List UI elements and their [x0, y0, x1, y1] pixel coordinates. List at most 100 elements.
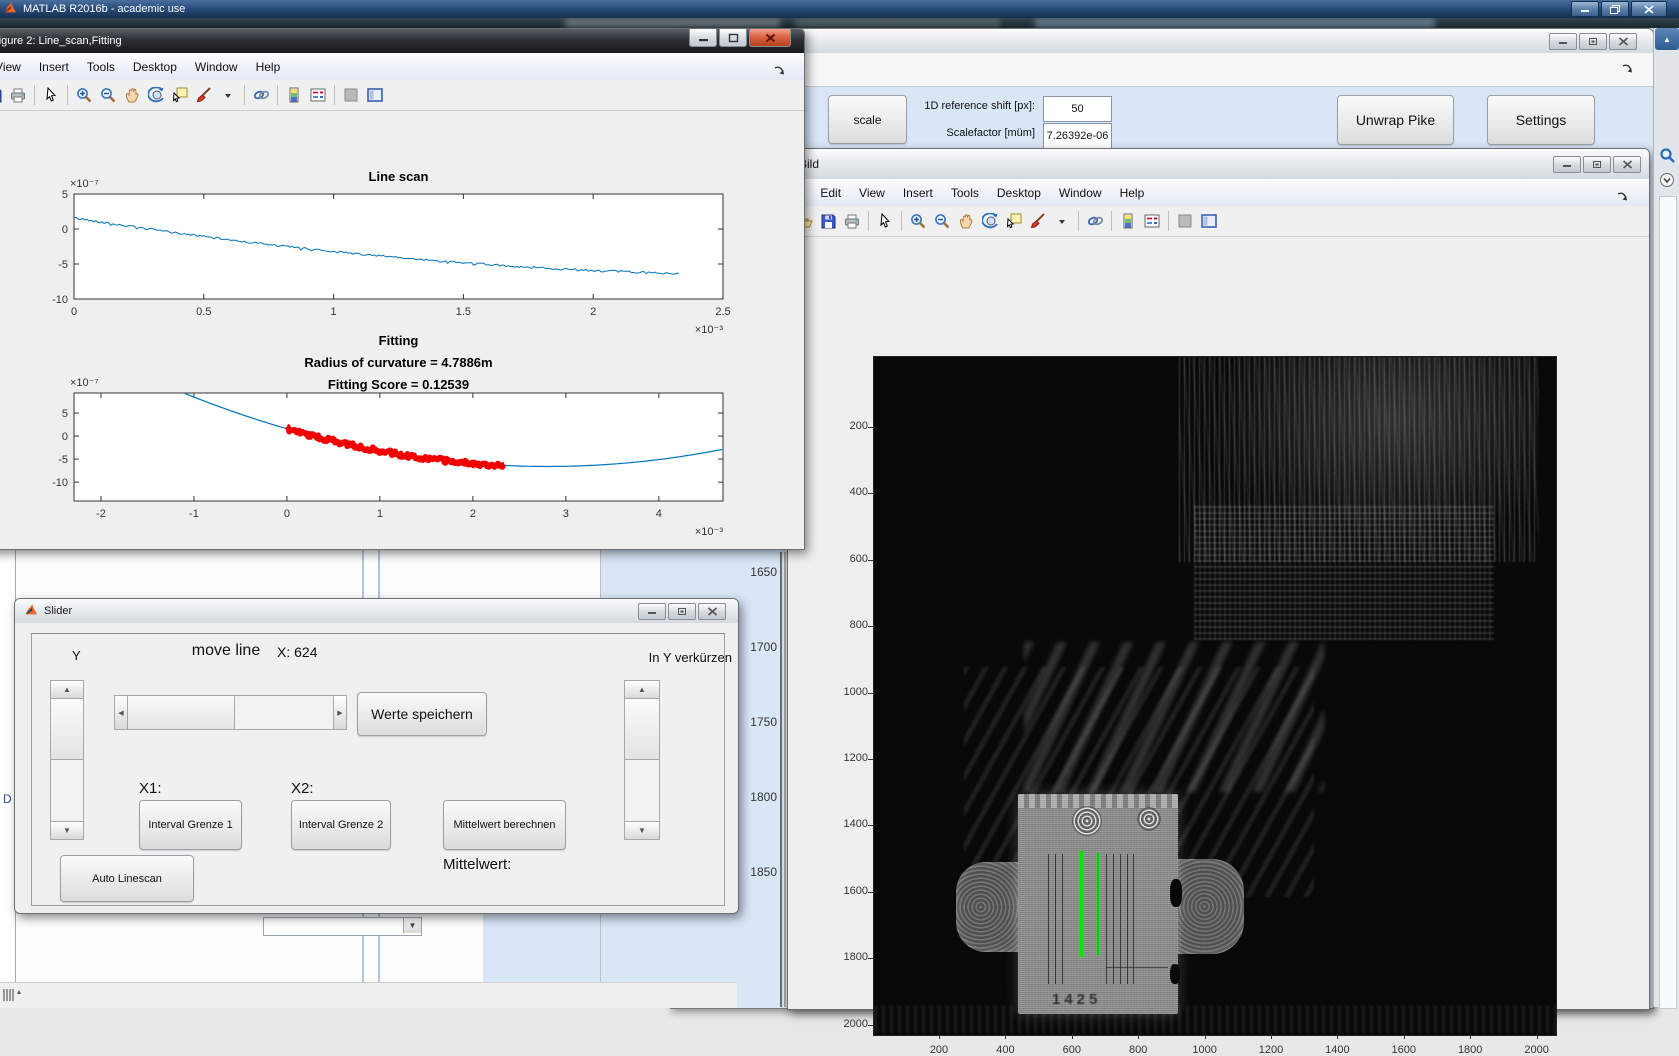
bild-toolbar: [788, 206, 1649, 237]
svg-text:3: 3: [563, 508, 569, 520]
minimize-icon[interactable]: [1549, 33, 1577, 50]
werte-speichern-button[interactable]: Werte speichern: [357, 692, 487, 736]
menu-item-view[interactable]: View: [850, 182, 894, 204]
grip-expand-icon[interactable]: ▴: [17, 987, 21, 996]
dock-figure-icon[interactable]: [1607, 186, 1639, 207]
dropdown-arrow-icon[interactable]: ▼: [403, 918, 421, 933]
maximize-icon[interactable]: [1601, 1, 1629, 17]
bild-image[interactable]: 1425: [873, 356, 1557, 1036]
right-dock-column: [1659, 196, 1677, 1009]
close-icon[interactable]: [698, 603, 726, 620]
y-slider-right[interactable]: ▲ ▼: [624, 680, 660, 840]
figure2-plots: 00.511.522.550-5-10Line scan×10⁻⁷×10⁻³-2…: [0, 29, 804, 549]
bild-titlebar[interactable]: Bild: [788, 149, 1649, 179]
scroll-right-icon[interactable]: ▶: [333, 696, 346, 729]
menu-item-window[interactable]: Window: [1050, 182, 1111, 204]
mittelwert-berechnen-button[interactable]: Mittelwert berechnen: [443, 800, 566, 850]
insert-legend-icon[interactable]: [1142, 211, 1162, 231]
y-tick-label: 200: [828, 420, 868, 432]
x-readout: X: 624: [277, 644, 317, 660]
expand-panel-icon[interactable]: [1657, 170, 1677, 190]
auto-linescan-button[interactable]: Auto Linescan: [60, 855, 194, 902]
linescan-marker-2[interactable]: [1097, 853, 1099, 955]
scroll-down-icon[interactable]: ▼: [625, 821, 659, 839]
menu-item-help[interactable]: Help: [1111, 182, 1154, 204]
data-cursor-icon[interactable]: [1004, 211, 1024, 231]
show-plot-tools-icon[interactable]: [1199, 211, 1219, 231]
scroll-up-icon[interactable]: ▲: [51, 681, 83, 699]
zoom-in-icon[interactable]: [908, 211, 928, 231]
hide-plot-tools-icon[interactable]: [1175, 211, 1195, 231]
slider-thumb[interactable]: [50, 698, 84, 760]
popup-menu[interactable]: ▼: [263, 917, 422, 936]
menu-item-insert[interactable]: Insert: [894, 182, 942, 204]
dropdown-arrow-icon[interactable]: [1052, 211, 1072, 231]
settings-button[interactable]: Settings: [1487, 95, 1595, 145]
slider-thumb[interactable]: [127, 695, 235, 730]
bild-figure-area: 1425 200 400 600 800 1000 1200 1400 1600…: [788, 237, 1649, 1009]
x2-label: X2:: [291, 780, 314, 797]
bild-window: Bild FileEditViewInsertToolsDesktopWindo…: [787, 148, 1650, 1010]
minimize-icon[interactable]: [1571, 1, 1599, 17]
y-slider-left[interactable]: ▲ ▼: [50, 680, 84, 840]
slider-titlebar[interactable]: Slider: [15, 599, 738, 623]
side-tick-label: 1800: [737, 790, 777, 804]
unwrap-pike-button[interactable]: Unwrap Pike: [1337, 95, 1454, 145]
restore-icon[interactable]: [1583, 156, 1611, 173]
texture-bottom-band: [874, 1005, 1556, 1033]
svg-text:×10⁻⁷: ×10⁻⁷: [70, 178, 98, 190]
svg-text:5: 5: [62, 408, 68, 420]
pan-icon[interactable]: [956, 211, 976, 231]
gui-menu-strip: [671, 53, 1653, 87]
close-icon[interactable]: [1631, 1, 1667, 17]
scroll-down-icon[interactable]: ▼: [51, 821, 83, 839]
link-plot-icon[interactable]: [1085, 211, 1105, 231]
pointer-icon[interactable]: [875, 211, 895, 231]
scalefactor-input[interactable]: 7.26392e-06: [1043, 123, 1112, 149]
move-line-slider[interactable]: ◀ ▶: [114, 695, 347, 730]
dock-figure-icon[interactable]: [1621, 62, 1635, 76]
slider-thumb[interactable]: [624, 698, 660, 760]
search-icon[interactable]: [1657, 145, 1677, 165]
print-icon[interactable]: [842, 211, 862, 231]
close-icon[interactable]: [1609, 33, 1637, 50]
bild-menubar: FileEditViewInsertToolsDesktopWindowHelp: [788, 179, 1649, 207]
menu-item-tools[interactable]: Tools: [942, 182, 988, 204]
restore-icon[interactable]: [1579, 33, 1607, 50]
dock-strip-label: D: [3, 792, 12, 806]
toolbar-separator: [1078, 211, 1079, 231]
toolbar-separator: [901, 211, 902, 231]
main-window-title: MATLAB R2016b - academic use: [23, 3, 185, 15]
svg-text:-1: -1: [189, 508, 199, 520]
restore-icon[interactable]: [668, 603, 696, 620]
rotate-3d-icon[interactable]: [980, 211, 1000, 231]
brush-icon[interactable]: [1028, 211, 1048, 231]
x-tick-label: 1200: [1249, 1044, 1293, 1056]
svg-text:×10⁻⁷: ×10⁻⁷: [70, 377, 98, 389]
svg-text:2.5: 2.5: [715, 306, 730, 318]
scroll-up-icon[interactable]: ▲: [625, 681, 659, 699]
svg-text:4: 4: [656, 508, 662, 520]
menu-item-edit[interactable]: Edit: [811, 182, 850, 204]
ref-shift-input[interactable]: 50: [1043, 96, 1112, 122]
zoom-out-icon[interactable]: [932, 211, 952, 231]
minimize-icon[interactable]: [638, 603, 666, 620]
collapse-panel-tab[interactable]: ▲: [1655, 28, 1679, 50]
interference-fringes: [964, 667, 1314, 897]
y-tick-label: 400: [828, 486, 868, 498]
slider-title: Slider: [44, 605, 72, 617]
interval-grenze-2-button[interactable]: Interval Grenze 2: [291, 800, 391, 850]
interval-grenze-1-button[interactable]: Interval Grenze 1: [139, 800, 242, 850]
linescan-marker-1[interactable]: [1080, 851, 1083, 957]
chip-id-marking: 1425: [1052, 991, 1101, 1008]
close-icon[interactable]: [1613, 156, 1641, 173]
svg-text:-5: -5: [58, 259, 68, 271]
insert-colorbar-icon[interactable]: [1118, 211, 1138, 231]
mittelwert-label: Mittelwert:: [443, 856, 511, 873]
chip-structure: 1425: [1018, 794, 1178, 1014]
menu-item-desktop[interactable]: Desktop: [988, 182, 1050, 204]
save-icon[interactable]: [818, 211, 838, 231]
y-tick-label: 1400: [828, 818, 868, 830]
minimize-icon[interactable]: [1553, 156, 1581, 173]
status-strip: ▴: [0, 982, 737, 1008]
